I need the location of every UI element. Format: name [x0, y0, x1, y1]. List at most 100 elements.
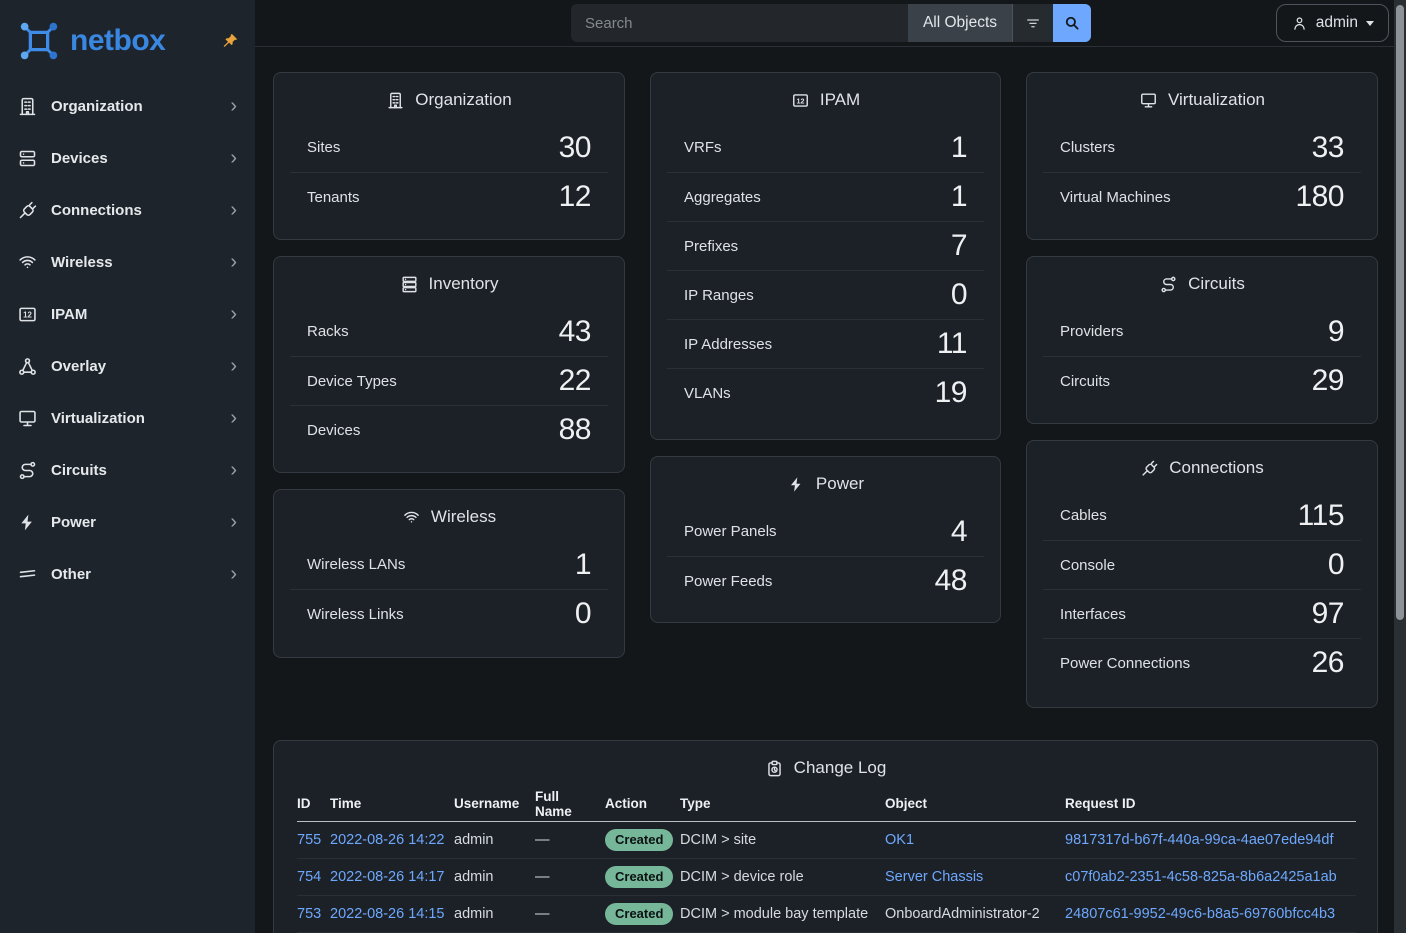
stat-link-tenants[interactable]: Tenants: [307, 189, 360, 206]
change-time-link[interactable]: 2022-08-26 14:15: [330, 906, 445, 922]
stat-value[interactable]: 97: [1312, 597, 1344, 631]
stat-value[interactable]: 7: [951, 229, 967, 263]
card-title[interactable]: Organization: [290, 89, 608, 111]
stat-link-sites[interactable]: Sites: [307, 139, 340, 156]
stat-link-vrfs[interactable]: VRFs: [684, 139, 722, 156]
stat-link-virtual-machines[interactable]: Virtual Machines: [1060, 189, 1171, 206]
card-title[interactable]: Inventory: [290, 273, 608, 295]
stat-link-devices[interactable]: Devices: [307, 422, 360, 439]
column-header-username[interactable]: Username: [454, 787, 535, 821]
stat-link-vlans[interactable]: VLANs: [684, 385, 731, 402]
brand-wordmark[interactable]: netbox: [70, 24, 165, 58]
sidebar-item-organization[interactable]: Organization: [0, 80, 255, 132]
request-id-link[interactable]: 9817317d-b67f-440a-99ca-4ae07ede94df: [1065, 832, 1333, 848]
stat-link-circuits[interactable]: Circuits: [1060, 373, 1110, 390]
stat-link-wireless-links[interactable]: Wireless Links: [307, 606, 404, 623]
stat-value[interactable]: 33: [1312, 131, 1344, 165]
stat-link-wireless-lans[interactable]: Wireless LANs: [307, 556, 405, 573]
card-title[interactable]: Change Log: [290, 757, 1361, 779]
column-header-time[interactable]: Time: [330, 787, 454, 821]
stat-value[interactable]: 1: [951, 180, 967, 214]
stat-link-ip-ranges[interactable]: IP Ranges: [684, 287, 754, 304]
scrollbar-track[interactable]: [1394, 0, 1406, 933]
card-title[interactable]: Connections: [1043, 457, 1361, 479]
card-title-label: Change Log: [794, 758, 887, 778]
stat-link-device-types[interactable]: Device Types: [307, 373, 397, 390]
stat-link-cables[interactable]: Cables: [1060, 507, 1107, 524]
card-title[interactable]: IPAM: [667, 89, 984, 111]
stat-link-clusters[interactable]: Clusters: [1060, 139, 1115, 156]
change-id-link[interactable]: 755: [297, 832, 321, 848]
stat-value[interactable]: 4: [951, 515, 967, 549]
column-header-type[interactable]: Type: [680, 787, 885, 821]
card-title[interactable]: Power: [667, 473, 984, 495]
stat-value[interactable]: 88: [559, 413, 591, 447]
object-link[interactable]: Server Chassis: [885, 869, 983, 885]
sidebar-item-ipam[interactable]: IPAM: [0, 288, 255, 340]
column-header-id[interactable]: ID: [297, 787, 330, 821]
stat-value[interactable]: 30: [559, 131, 591, 165]
filter-button[interactable]: [1012, 4, 1053, 42]
change-id-link[interactable]: 754: [297, 869, 321, 885]
change-time-link[interactable]: 2022-08-26 14:22: [330, 832, 445, 848]
sidebar-item-connections[interactable]: Connections: [0, 184, 255, 236]
card-title[interactable]: Circuits: [1043, 273, 1361, 295]
column-header-request-id[interactable]: Request ID: [1065, 787, 1356, 821]
table-row: 753 2022-08-26 14:15 admin — Created DCI…: [297, 895, 1356, 932]
stat-value[interactable]: 12: [559, 180, 591, 214]
column-header-action[interactable]: Action: [605, 787, 680, 821]
stat-link-interfaces[interactable]: Interfaces: [1060, 606, 1126, 623]
stat-value[interactable]: 43: [559, 315, 591, 349]
stat-value[interactable]: 180: [1295, 180, 1344, 214]
stat-link-power-connections[interactable]: Power Connections: [1060, 655, 1190, 672]
stat-value[interactable]: 1: [575, 548, 591, 582]
search-input[interactable]: [571, 4, 908, 42]
stat-value[interactable]: 0: [1328, 548, 1344, 582]
stat-value[interactable]: 1: [951, 131, 967, 165]
sidebar-item-devices[interactable]: Devices: [0, 132, 255, 184]
stat-value[interactable]: 0: [575, 597, 591, 631]
stat-link-prefixes[interactable]: Prefixes: [684, 238, 738, 255]
stat-value[interactable]: 48: [935, 564, 967, 598]
sidebar-item-wireless[interactable]: Wireless: [0, 236, 255, 288]
column-header-object[interactable]: Object: [885, 787, 1065, 821]
sidebar-item-virtualization[interactable]: Virtualization: [0, 392, 255, 444]
stat-link-providers[interactable]: Providers: [1060, 323, 1123, 340]
stat-link-power-feeds[interactable]: Power Feeds: [684, 573, 772, 590]
sidebar-item-power[interactable]: Power: [0, 496, 255, 548]
object-link[interactable]: OK1: [885, 832, 914, 848]
stat-value[interactable]: 22: [559, 364, 591, 398]
search-button[interactable]: [1053, 4, 1091, 42]
card-title[interactable]: Virtualization: [1043, 89, 1361, 111]
sidebar-item-overlay[interactable]: Overlay: [0, 340, 255, 392]
sidebar-item-other[interactable]: Other: [0, 548, 255, 600]
stat-value[interactable]: 11: [937, 327, 967, 361]
stat-link-racks[interactable]: Racks: [307, 323, 349, 340]
change-id-link[interactable]: 753: [297, 906, 321, 922]
card-title[interactable]: Wireless: [290, 506, 608, 528]
user-menu-button[interactable]: admin: [1276, 4, 1389, 42]
sidebar-item-label: Organization: [51, 98, 143, 115]
stat-value[interactable]: 9: [1328, 315, 1344, 349]
table-row: 755 2022-08-26 14:22 admin — Created DCI…: [297, 821, 1356, 858]
stat-value[interactable]: 115: [1298, 499, 1344, 533]
request-id-link[interactable]: c07f0ab2-2351-4c58-825a-8b6a2425a1ab: [1065, 869, 1337, 885]
stat-link-power-panels[interactable]: Power Panels: [684, 523, 777, 540]
stat-value[interactable]: 19: [935, 376, 967, 410]
netbox-logo-icon[interactable]: [16, 18, 62, 64]
stat-link-console[interactable]: Console: [1060, 557, 1115, 574]
stat-link-aggregates[interactable]: Aggregates: [684, 189, 761, 206]
stat-value[interactable]: 26: [1312, 646, 1344, 680]
building-icon: [17, 96, 38, 117]
pin-sidebar-icon[interactable]: [221, 32, 239, 50]
request-id-link[interactable]: 24807c61-9952-49c6-b8a5-69760bfcc4b3: [1065, 906, 1335, 922]
stat-value[interactable]: 29: [1312, 364, 1344, 398]
column-header-full-name[interactable]: Full Name: [535, 787, 605, 821]
scrollbar-thumb[interactable]: [1396, 5, 1404, 620]
sidebar-item-circuits[interactable]: Circuits: [0, 444, 255, 496]
change-time-link[interactable]: 2022-08-26 14:17: [330, 869, 445, 885]
stat-value[interactable]: 0: [951, 278, 967, 312]
object-type-dropdown[interactable]: All Objects: [908, 4, 1012, 42]
stat-link-ip-addresses[interactable]: IP Addresses: [684, 336, 772, 353]
stat-row: Devices 88: [290, 405, 608, 454]
